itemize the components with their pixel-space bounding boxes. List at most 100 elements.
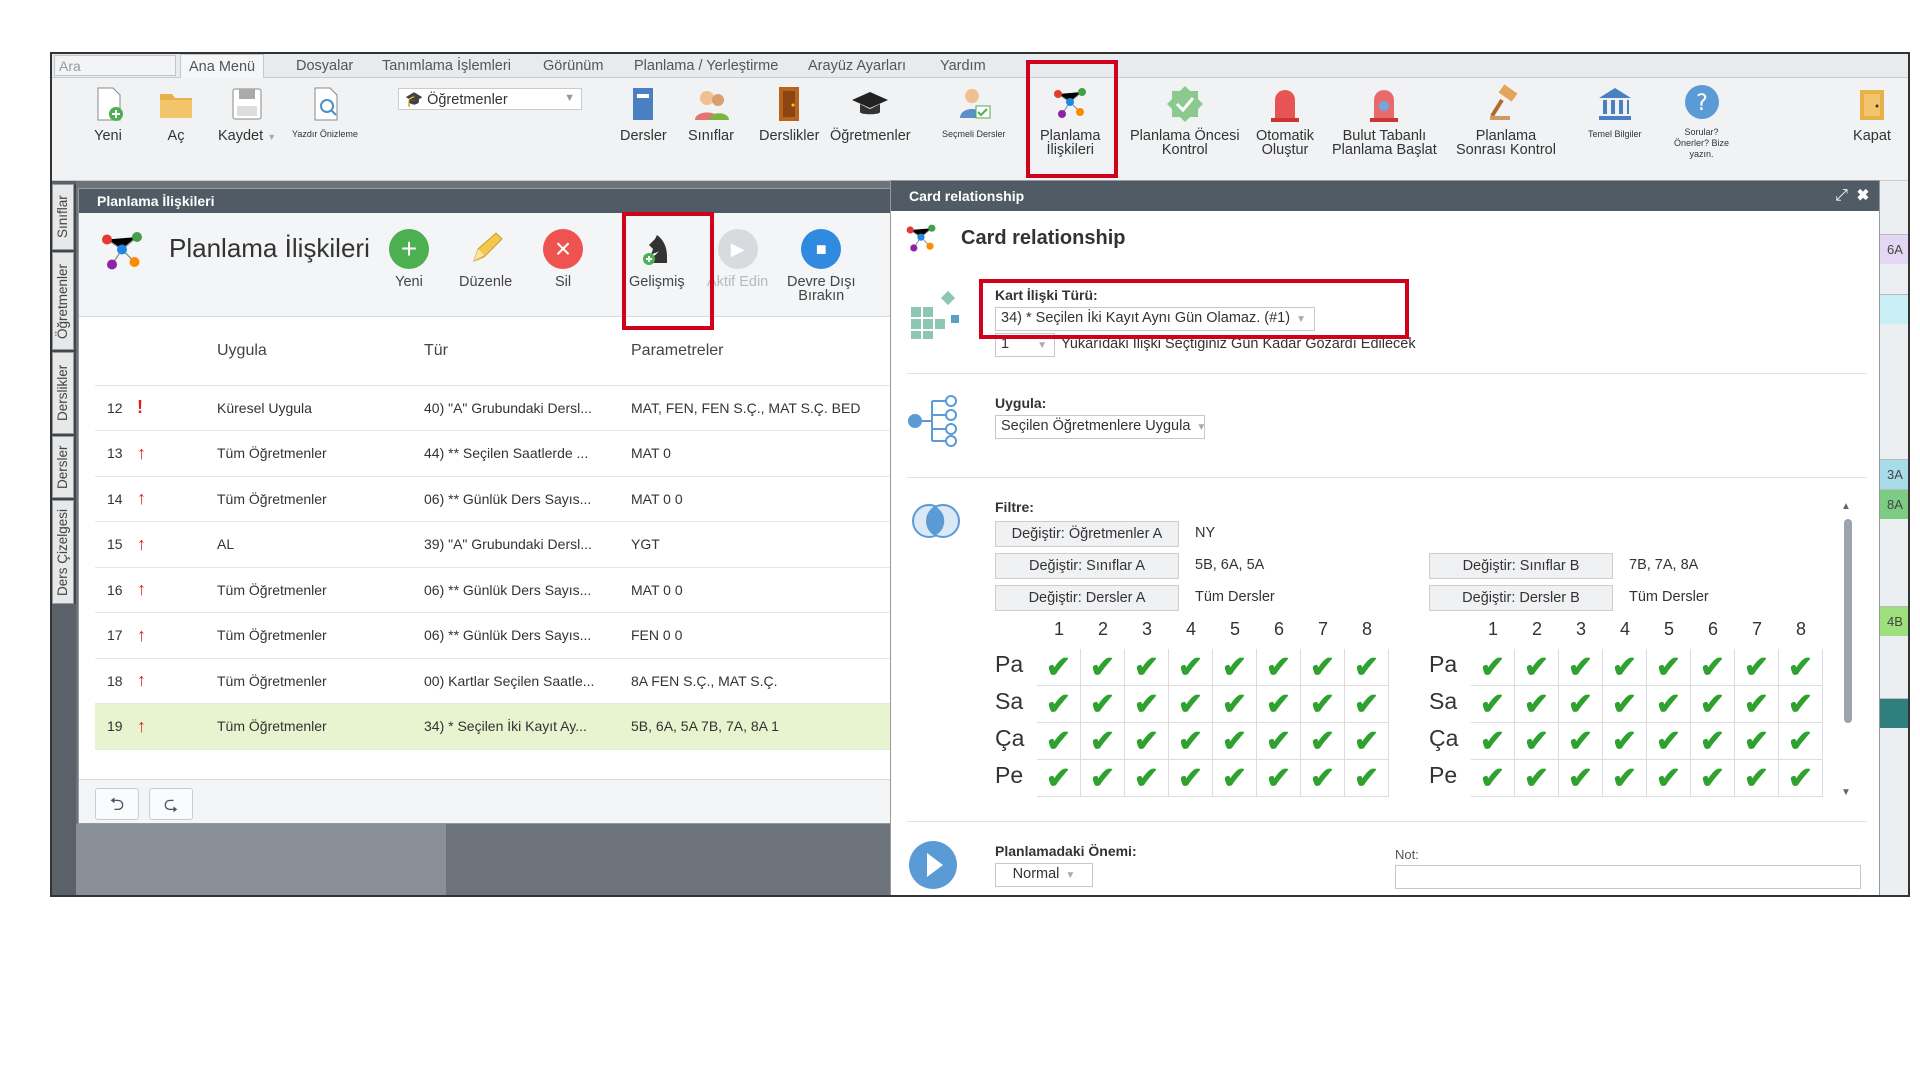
grid-a-check-cell[interactable]: ✔ <box>1257 686 1301 723</box>
grid-b-col-header[interactable]: 8 <box>1779 619 1823 640</box>
grid-a-check-cell[interactable]: ✔ <box>1125 649 1169 686</box>
change-lessons-b-button[interactable]: Değiştir: Dersler B <box>1429 585 1613 611</box>
grid-b-check-cell[interactable]: ✔ <box>1691 686 1735 723</box>
view-dropdown[interactable]: 🎓 Öğretmenler ▼ <box>398 88 582 110</box>
scrollbar[interactable]: ▲ ▼ <box>1841 501 1855 801</box>
cloud-planning-button[interactable]: Bulut Tabanlı Planlama Başlat <box>1332 84 1437 157</box>
grid-b-check-cell[interactable]: ✔ <box>1779 686 1823 723</box>
grid-b-row-header[interactable]: Sa <box>1429 688 1457 715</box>
grid-a-col-header[interactable]: 7 <box>1301 619 1345 640</box>
tab-tanimlama[interactable]: Tanımlama İşlemleri <box>382 54 511 78</box>
edit-relation-button[interactable]: Düzenle <box>459 229 512 289</box>
grid-b-check-cell[interactable]: ✔ <box>1515 686 1559 723</box>
post-planning-check-button[interactable]: Planlama Sonrası Kontrol <box>1456 84 1556 157</box>
grid-b-check-cell[interactable]: ✔ <box>1735 686 1779 723</box>
table-row[interactable]: 18 ↑ Tüm Öğretmenler 00) Kartlar Seçilen Sa… <box>95 658 897 704</box>
grid-b-check-cell[interactable]: ✔ <box>1559 723 1603 760</box>
change-classes-a-button[interactable]: Değiştir: Sınıflar A <box>995 553 1179 579</box>
grid-b-check-cell[interactable]: ✔ <box>1515 723 1559 760</box>
grid-a-col-header[interactable]: 1 <box>1037 619 1081 640</box>
grid-b-check-cell[interactable]: ✔ <box>1779 649 1823 686</box>
auto-generate-button[interactable]: Otomatik Oluştur <box>1256 84 1314 157</box>
vtab-dersler[interactable]: Dersler <box>52 436 74 498</box>
grid-a-col-header[interactable]: 3 <box>1125 619 1169 640</box>
grid-a-check-cell[interactable]: ✔ <box>1345 760 1389 797</box>
search-input[interactable]: Ara <box>54 55 176 76</box>
timetable-cell[interactable]: 4B <box>1875 606 1908 636</box>
grid-b-col-header[interactable]: 3 <box>1559 619 1603 640</box>
change-lessons-a-button[interactable]: Değiştir: Dersler A <box>995 585 1179 611</box>
grid-a-check-cell[interactable]: ✔ <box>1125 760 1169 797</box>
timetable-cell[interactable]: 3A <box>1875 459 1908 489</box>
grid-a-row-header[interactable]: Sa <box>995 688 1023 715</box>
advanced-button[interactable]: Gelişmiş <box>629 229 685 289</box>
grid-a-check-cell[interactable]: ✔ <box>1345 649 1389 686</box>
days-select[interactable]: 1 ▼ <box>995 333 1055 357</box>
vtab-siniflar[interactable]: Sınıflar <box>52 184 74 250</box>
redo-button[interactable]: ⮎ <box>149 788 193 820</box>
grid-a-check-cell[interactable]: ✔ <box>1213 649 1257 686</box>
grid-b-check-cell[interactable]: ✔ <box>1471 686 1515 723</box>
basic-info-button[interactable]: Temel Bilgiler <box>1588 84 1642 140</box>
grid-a-check-cell[interactable]: ✔ <box>1081 649 1125 686</box>
grid-b-check-cell[interactable]: ✔ <box>1647 723 1691 760</box>
note-input[interactable] <box>1395 865 1861 889</box>
grid-a-col-header[interactable]: 6 <box>1257 619 1301 640</box>
change-classes-b-button[interactable]: Değiştir: Sınıflar B <box>1429 553 1613 579</box>
grid-b-check-cell[interactable]: ✔ <box>1603 723 1647 760</box>
grid-b-check-cell[interactable]: ✔ <box>1603 760 1647 797</box>
grid-b-check-cell[interactable]: ✔ <box>1691 760 1735 797</box>
table-row[interactable]: 12! Küresel Uygula 40) "A" Grubundaki Ders… <box>95 385 897 431</box>
vtab-ders-cizelgesi[interactable]: Ders Çizelgesi <box>52 500 74 604</box>
relation-type-select[interactable]: 34) * Seçilen İki Kayıt Aynı Gün Olamaz.… <box>995 307 1315 331</box>
grid-b-col-header[interactable]: 7 <box>1735 619 1779 640</box>
timetable-cell[interactable]: 6A <box>1875 234 1908 264</box>
table-row[interactable]: 19 ↑ Tüm Öğretmenler 34) * Seçilen İki Kayı… <box>95 703 897 750</box>
grid-a-check-cell[interactable]: ✔ <box>1037 686 1081 723</box>
scrollbar-thumb[interactable] <box>1844 519 1852 723</box>
timetable-cell[interactable] <box>1875 294 1908 324</box>
planning-relations-button[interactable]: Planlama İlişkileri <box>1040 84 1100 157</box>
questions-button[interactable]: ? Sorular? Önerler? Bize yazın. <box>1674 82 1729 160</box>
grid-b-check-cell[interactable]: ✔ <box>1471 649 1515 686</box>
save-button[interactable]: Kaydet ▼ <box>218 84 276 144</box>
grid-a-check-cell[interactable]: ✔ <box>1169 686 1213 723</box>
close-app-button[interactable]: Kapat <box>1852 84 1892 143</box>
save-dropdown-icon[interactable]: ▼ <box>267 132 276 142</box>
grid-b-check-cell[interactable]: ✔ <box>1515 649 1559 686</box>
grid-a-check-cell[interactable]: ✔ <box>1081 723 1125 760</box>
vtab-derslikler[interactable]: Derslikler <box>52 352 74 434</box>
grid-b-check-cell[interactable]: ✔ <box>1559 686 1603 723</box>
grid-b-col-header[interactable]: 2 <box>1515 619 1559 640</box>
undo-button[interactable]: ⮌ <box>95 788 139 820</box>
grid-b-check-cell[interactable]: ✔ <box>1471 723 1515 760</box>
grid-b-check-cell[interactable]: ✔ <box>1779 723 1823 760</box>
apply-select[interactable]: Seçilen Öğretmenlere Uygula ▼ <box>995 415 1206 439</box>
importance-select[interactable]: Normal ▼ <box>995 863 1093 887</box>
delete-relation-button[interactable]: × Sil <box>543 229 583 289</box>
table-row[interactable]: 14 ↑ Tüm Öğretmenler 06) ** Günlük Ders Say… <box>95 476 897 522</box>
grid-b-check-cell[interactable]: ✔ <box>1735 649 1779 686</box>
grid-a-check-cell[interactable]: ✔ <box>1081 760 1125 797</box>
grid-a-check-cell[interactable]: ✔ <box>1037 649 1081 686</box>
grid-b-check-cell[interactable]: ✔ <box>1779 760 1823 797</box>
activate-button[interactable]: ▶ Aktif Edin <box>707 229 768 289</box>
timetable-cell[interactable] <box>1875 698 1908 728</box>
grid-b-check-cell[interactable]: ✔ <box>1691 723 1735 760</box>
scroll-up-icon[interactable]: ▲ <box>1841 501 1851 512</box>
tab-arayuz[interactable]: Arayüz Ayarları <box>808 54 906 78</box>
grid-a-check-cell[interactable]: ✔ <box>1301 723 1345 760</box>
grid-b-check-cell[interactable]: ✔ <box>1559 760 1603 797</box>
print-preview-button[interactable]: Yazdır Önizleme <box>292 84 358 140</box>
grid-a-check-cell[interactable]: ✔ <box>1169 649 1213 686</box>
grid-b-check-cell[interactable]: ✔ <box>1471 760 1515 797</box>
grid-b-col-header[interactable]: 4 <box>1603 619 1647 640</box>
grid-a-col-header[interactable]: 5 <box>1213 619 1257 640</box>
vtab-ogretmenler[interactable]: Öğretmenler <box>52 252 74 350</box>
classes-button[interactable]: Sınıflar <box>688 84 734 143</box>
grid-a-check-cell[interactable]: ✔ <box>1257 649 1301 686</box>
grid-b-check-cell[interactable]: ✔ <box>1691 649 1735 686</box>
grid-a-check-cell[interactable]: ✔ <box>1037 723 1081 760</box>
grid-b-check-cell[interactable]: ✔ <box>1647 760 1691 797</box>
grid-a-check-cell[interactable]: ✔ <box>1125 686 1169 723</box>
